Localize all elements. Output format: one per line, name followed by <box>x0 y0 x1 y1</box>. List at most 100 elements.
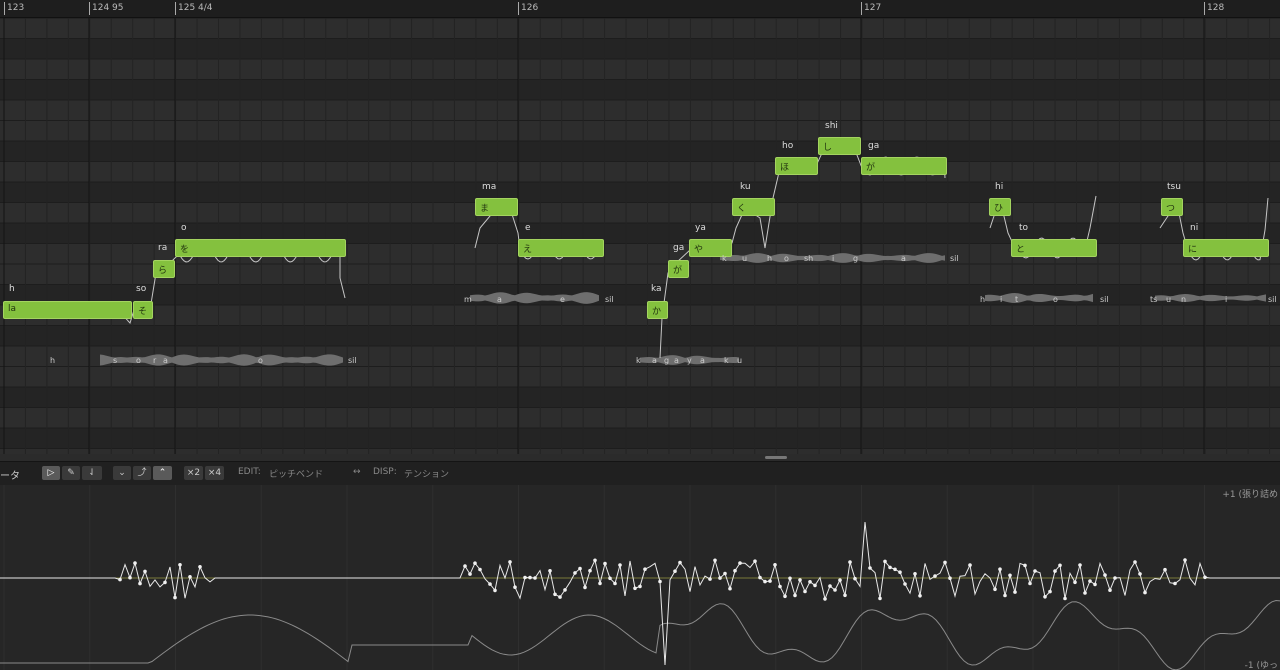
control-point <box>583 585 587 590</box>
zoom-x2-button[interactable]: ×2 <box>184 466 203 480</box>
display-curve <box>0 599 1280 670</box>
shape-down-button[interactable]: ⌄ <box>113 466 131 480</box>
timeline-ruler[interactable]: 123 124 95 125 4/4 126 127 128 <box>0 0 1280 18</box>
phoneme-label: h <box>767 254 773 263</box>
control-point <box>463 564 467 568</box>
note-kana: が <box>673 266 683 276</box>
control-point <box>1073 580 1077 585</box>
note-lyric: hi <box>995 182 1004 192</box>
key-row <box>0 202 1280 223</box>
key-row <box>0 141 1280 162</box>
note-block[interactable]: ま <box>475 198 518 216</box>
zoom-x4-button[interactable]: ×4 <box>205 466 224 480</box>
phoneme-label: u <box>737 356 743 365</box>
control-point <box>1058 563 1062 568</box>
note-block[interactable]: が <box>861 157 947 175</box>
phoneme-label: h <box>50 356 56 365</box>
note-block[interactable]: が <box>668 260 689 278</box>
edit-parameter-select[interactable]: ピッチベンド <box>269 467 323 480</box>
bar-marker-128: 128 <box>1204 2 1224 15</box>
note-block[interactable]: を <box>175 239 346 257</box>
control-point <box>738 561 742 565</box>
control-point <box>868 566 872 570</box>
pencil-tool-button[interactable]: ✎ <box>62 466 80 480</box>
control-point <box>813 583 817 588</box>
control-point <box>798 578 802 582</box>
key-row <box>0 59 1280 80</box>
phoneme-label: o <box>1053 295 1058 304</box>
note-block[interactable]: か <box>647 301 668 319</box>
note-block[interactable]: la <box>3 301 132 319</box>
swap-arrows-icon[interactable]: ↔ <box>353 467 361 477</box>
parameter-toolbar: ータ ▷ ✎ ⇃ ⌄ ⤴ ⌃ ×2 ×4 EDIT: ピッチベンド ↔ DISP… <box>0 461 1280 486</box>
control-point <box>1048 589 1052 594</box>
control-point <box>1083 591 1087 595</box>
phoneme-label: k <box>724 356 729 365</box>
phoneme-label: a <box>901 254 906 263</box>
control-point <box>753 559 757 563</box>
shape-rise-button[interactable]: ⤴ <box>133 466 151 480</box>
control-point <box>708 577 712 581</box>
phoneme-label: a <box>674 356 679 365</box>
shape-up-button[interactable]: ⌃ <box>153 466 172 480</box>
control-point <box>1003 593 1007 598</box>
control-point <box>1053 569 1057 573</box>
phoneme-label: e <box>560 295 565 304</box>
splitter-grip[interactable] <box>765 456 787 459</box>
control-point <box>118 577 122 582</box>
piano-roll[interactable]: h la so そ ra ら o を ma ま e え ka か ga が ya… <box>0 18 1280 454</box>
control-point <box>1103 573 1107 577</box>
control-point <box>488 582 492 586</box>
control-point <box>1108 588 1112 592</box>
edit-label: EDIT: <box>238 467 261 477</box>
control-point <box>638 584 642 589</box>
note-block[interactable]: え <box>518 239 604 257</box>
control-point <box>823 597 827 601</box>
note-block[interactable]: つ <box>1161 198 1183 216</box>
note-kana: を <box>180 245 190 255</box>
note-block[interactable]: そ <box>133 301 153 319</box>
control-point <box>143 569 147 574</box>
control-point <box>473 561 477 565</box>
note-block[interactable]: ら <box>153 260 175 278</box>
note-block[interactable]: ひ <box>989 198 1011 216</box>
control-point <box>563 588 567 592</box>
note-block[interactable]: く <box>732 198 775 216</box>
note-kana: く <box>737 204 747 214</box>
pane-splitter[interactable] <box>0 454 1280 461</box>
line-tool-button[interactable]: ⇃ <box>82 466 102 480</box>
note-block[interactable]: に <box>1183 239 1269 257</box>
control-point <box>643 567 647 571</box>
control-point <box>1203 575 1207 580</box>
control-point <box>788 576 792 581</box>
control-point <box>603 561 607 566</box>
note-kana: そ <box>138 307 148 317</box>
control-point <box>198 565 202 569</box>
control-point <box>523 575 527 580</box>
phoneme-label: a <box>497 295 502 304</box>
control-point <box>613 581 617 586</box>
panel-title: ータ <box>0 471 20 482</box>
parameter-editor[interactable]: +1 (張り詰め -1 (ゆっ <box>0 485 1280 670</box>
note-block[interactable]: ほ <box>775 157 818 175</box>
phoneme-label: sh <box>804 254 814 263</box>
control-point <box>728 586 732 591</box>
select-tool-button[interactable]: ▷ <box>42 466 60 480</box>
note-block[interactable]: し <box>818 137 861 155</box>
note-lyric: e <box>525 223 531 233</box>
control-point <box>783 594 787 599</box>
note-kana: つ <box>1166 204 1176 214</box>
control-point <box>593 558 597 563</box>
note-lyric: ya <box>695 223 706 233</box>
note-kana: ま <box>480 204 490 214</box>
control-point <box>903 582 907 586</box>
note-block[interactable]: と <box>1011 239 1097 257</box>
display-parameter-select[interactable]: テンション <box>404 467 449 480</box>
control-point <box>778 584 782 589</box>
phoneme-label: k <box>636 356 641 365</box>
note-kana: や <box>694 245 704 255</box>
note-lyric: o <box>181 223 187 233</box>
control-point <box>1138 572 1142 576</box>
control-point <box>848 560 852 564</box>
phoneme-label: a <box>700 356 705 365</box>
